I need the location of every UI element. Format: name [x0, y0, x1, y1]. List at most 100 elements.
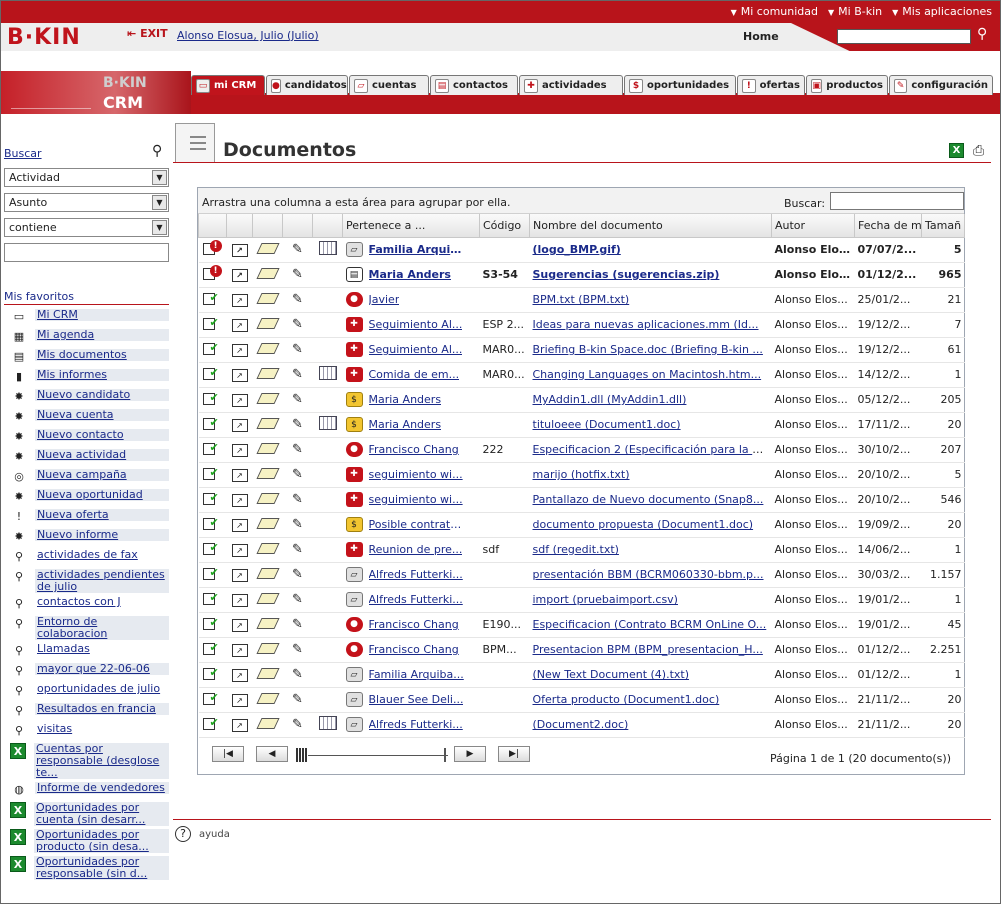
- edit-cell[interactable]: ✎: [282, 612, 313, 638]
- favorite-label[interactable]: Nueva oportunidad: [35, 489, 169, 501]
- favorite-label[interactable]: Oportunidades por responsable (sin d...: [34, 856, 169, 880]
- open-cell[interactable]: ↗: [226, 612, 253, 638]
- favorite-item[interactable]: ▤ Mis documentos: [4, 346, 169, 366]
- open-link-icon[interactable]: ↗: [231, 343, 248, 357]
- favorite-item[interactable]: ✸ Nuevo candidato: [4, 386, 169, 406]
- favorite-label[interactable]: Nueva actividad: [35, 449, 169, 461]
- edit-cell[interactable]: ✎: [282, 262, 313, 288]
- document-link[interactable]: Briefing B-kin Space.doc (Briefing B-kin…: [533, 343, 763, 356]
- favorite-label[interactable]: Llamadas: [35, 643, 169, 655]
- favorite-item[interactable]: ⚲ oportunidades de julio: [4, 680, 169, 700]
- document-link[interactable]: import (pruebaimport.csv): [533, 593, 678, 606]
- edit-icon[interactable]: ✎: [292, 467, 303, 482]
- document-link[interactable]: Pantallazo de Nuevo documento (Snap8...: [533, 493, 764, 506]
- edit-cell[interactable]: ✎: [282, 562, 313, 588]
- help-link[interactable]: ayuda: [199, 829, 230, 840]
- favorite-item[interactable]: ! Nueva oferta: [4, 506, 169, 526]
- edit-icon[interactable]: ✎: [292, 692, 303, 707]
- open-link-icon[interactable]: ↗: [231, 518, 248, 532]
- table-row[interactable]: ✔ ↗ ✎ ✚ seguimiento wi... marijo (hotfix.txt)…: [198, 462, 965, 488]
- edit-cell[interactable]: ✎: [282, 362, 313, 388]
- nombre-cell[interactable]: presentación BBM (BCRM060330-bbm.p...: [529, 562, 772, 588]
- open-cell[interactable]: ↗: [226, 362, 253, 388]
- pertenece-cell[interactable]: ▱ Alfreds Futterki...: [342, 587, 480, 613]
- favorite-item[interactable]: ⚲ Resultados en francia: [4, 700, 169, 720]
- filter-field-select[interactable]: Actividad ▼: [4, 168, 169, 187]
- open-cell[interactable]: ↗: [226, 687, 253, 713]
- tab-6[interactable]: ! ofertas: [737, 75, 805, 95]
- edit-cell[interactable]: ✎: [282, 537, 313, 563]
- pertenece-cell[interactable]: $ Maria Anders: [342, 387, 480, 413]
- delete-cell[interactable]: [252, 262, 283, 288]
- table-row[interactable]: ✔ ↗ ✎ ▱ Alfreds Futterki... presentación BBM …: [198, 562, 965, 588]
- favorite-item[interactable]: ✸ Nueva oportunidad: [4, 486, 169, 506]
- pertenece-link[interactable]: Alfreds Futterki...: [369, 718, 463, 731]
- open-cell[interactable]: ↗: [226, 512, 253, 538]
- pertenece-link[interactable]: Seguimiento Al...: [369, 318, 463, 331]
- favorite-label[interactable]: mayor que 22-06-06: [35, 663, 169, 675]
- delete-cell[interactable]: [252, 537, 283, 563]
- open-link-icon[interactable]: ↗: [231, 643, 248, 657]
- table-row[interactable]: ✔ ↗ ✎ ✚ seguimiento wi... Pantallazo de Nuevo…: [198, 487, 965, 513]
- edit-icon[interactable]: ✎: [292, 292, 303, 307]
- table-row[interactable]: ✔ ↗ ✎ $ Maria Anders MyAddin1.dll (MyAddin1.d…: [198, 387, 965, 413]
- excel-export-icon[interactable]: X: [949, 143, 964, 158]
- top-link-aplicaciones[interactable]: ▼ Mis aplicaciones: [892, 5, 992, 18]
- edit-icon[interactable]: ✎: [292, 392, 303, 407]
- pertenece-cell[interactable]: ▤ Maria Anders: [342, 262, 480, 288]
- eraser-icon[interactable]: [255, 642, 280, 654]
- favorite-label[interactable]: Mis documentos: [35, 349, 169, 361]
- table-row[interactable]: ✔ ↗ ✎ ✚ Comida de em... MAR0... Changing Langu…: [198, 362, 965, 388]
- col-header-autor[interactable]: Autor: [771, 214, 855, 238]
- edit-icon[interactable]: ✎: [292, 342, 303, 357]
- pertenece-link[interactable]: Francisco Chang: [369, 643, 459, 656]
- table-row[interactable]: ! ↗ ✎ ▱ Familia Arquib... (logo_BMP.gif) Alons…: [198, 237, 965, 263]
- favorite-item[interactable]: ⚲ visitas: [4, 720, 169, 740]
- document-link[interactable]: Changing Languages on Macintosh.htm...: [533, 368, 762, 381]
- edit-cell[interactable]: ✎: [282, 337, 313, 363]
- open-link-icon[interactable]: ↗: [231, 668, 248, 682]
- document-link[interactable]: Especificacion (Contrato BCRM OnLine O..…: [533, 618, 767, 631]
- document-link[interactable]: Sugerencias (sugerencias.zip): [533, 268, 720, 281]
- table-row[interactable]: ✔ ↗ ✎ ✚ Seguimiento Al... MAR0... Briefing B-k…: [198, 337, 965, 363]
- table-row[interactable]: ✔ ↗ ✎ ▱ Alfreds Futterki... (Document2.doc) Al…: [198, 712, 965, 738]
- nombre-cell[interactable]: documento propuesta (Document1.doc): [529, 512, 772, 538]
- favorite-item[interactable]: ✸ Nuevo informe: [4, 526, 169, 546]
- col-header-open[interactable]: [226, 214, 253, 238]
- col-header-codigo[interactable]: Código: [479, 214, 530, 238]
- table-row[interactable]: ✔ ↗ ✎ ● Francisco Chang 222 Especificacion 2 (…: [198, 437, 965, 463]
- document-link[interactable]: (logo_BMP.gif): [533, 243, 621, 256]
- pertenece-link[interactable]: Alfreds Futterki...: [369, 593, 463, 606]
- delete-cell[interactable]: [252, 337, 283, 363]
- pertenece-link[interactable]: Posible contrata...: [369, 518, 467, 531]
- edit-icon[interactable]: ✎: [292, 542, 303, 557]
- nombre-cell[interactable]: Briefing B-kin Space.doc (Briefing B-kin…: [529, 337, 772, 363]
- delete-cell[interactable]: [252, 512, 283, 538]
- table-row[interactable]: ✔ ↗ ✎ ▱ Familia Arquiba... (New Text Document…: [198, 662, 965, 688]
- favorite-label[interactable]: actividades pendientes de julio: [35, 569, 169, 593]
- table-row[interactable]: ✔ ↗ ✎ ✚ Seguimiento Al... ESP 2... Ideas para …: [198, 312, 965, 338]
- open-link-icon[interactable]: ↗: [231, 593, 248, 607]
- delete-cell[interactable]: [252, 562, 283, 588]
- favorite-label[interactable]: Nueva campaña: [35, 469, 169, 481]
- nombre-cell[interactable]: Pantallazo de Nuevo documento (Snap8...: [529, 487, 772, 513]
- nombre-cell[interactable]: Especificacion 2 (Especificación para la…: [529, 437, 772, 463]
- pertenece-link[interactable]: Javier: [369, 293, 400, 306]
- favorite-item[interactable]: ⚲ Llamadas: [4, 640, 169, 660]
- edit-icon[interactable]: ✎: [292, 367, 303, 382]
- filter-operator-select[interactable]: contiene ▼: [4, 218, 169, 237]
- table-row[interactable]: ✔ ↗ ✎ ▱ Alfreds Futterki... import (pruebaimp…: [198, 587, 965, 613]
- edit-icon[interactable]: ✎: [292, 267, 303, 282]
- col-header-nombre[interactable]: Nombre del documento: [529, 214, 772, 238]
- pertenece-cell[interactable]: ● Francisco Chang: [342, 437, 480, 463]
- grid-search-input[interactable]: [830, 192, 964, 210]
- edit-cell[interactable]: ✎: [282, 637, 313, 663]
- eraser-icon[interactable]: [255, 467, 280, 479]
- pertenece-cell[interactable]: ✚ Seguimiento Al...: [342, 312, 480, 338]
- eraser-icon[interactable]: [255, 442, 280, 454]
- nombre-cell[interactable]: import (pruebaimport.csv): [529, 587, 772, 613]
- delete-cell[interactable]: [252, 362, 283, 388]
- tab-0[interactable]: ▭ mi CRM: [191, 75, 265, 95]
- edit-cell[interactable]: ✎: [282, 412, 313, 438]
- edit-icon[interactable]: ✎: [292, 417, 303, 432]
